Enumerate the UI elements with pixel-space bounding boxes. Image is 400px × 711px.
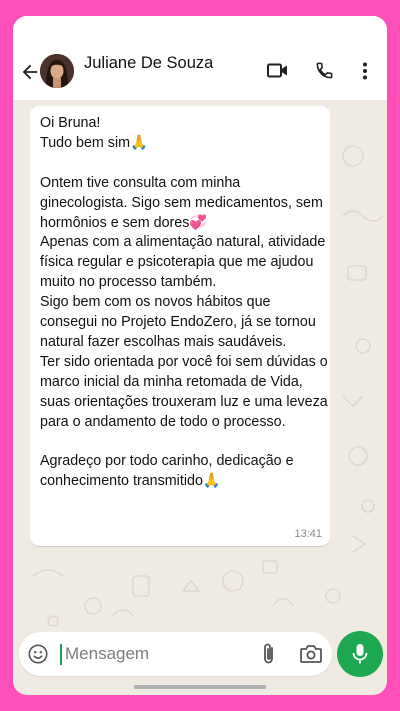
more-options-icon[interactable] (362, 62, 368, 80)
message-bubble[interactable]: Oi Bruna! Tudo bem sim🙏 Ontem tive consu… (30, 106, 330, 546)
voice-call-icon[interactable] (315, 61, 334, 80)
avatar-photo (40, 54, 74, 88)
chat-header: Juliane De Souza (13, 16, 387, 100)
phone-screen: Juliane De Souza Oi Bruna! Tudo bem sim🙏… (13, 16, 387, 695)
home-indicator[interactable] (134, 685, 266, 689)
emoji-icon[interactable] (27, 643, 49, 665)
camera-icon[interactable] (299, 643, 323, 665)
contact-name[interactable]: Juliane De Souza (84, 54, 213, 73)
video-call-icon[interactable] (267, 63, 288, 78)
message-input[interactable] (65, 641, 245, 667)
avatar[interactable] (40, 54, 74, 88)
message-text: Oi Bruna! Tudo bem sim🙏 Ontem tive consu… (40, 115, 328, 490)
back-arrow-icon[interactable] (19, 61, 41, 83)
text-caret (60, 644, 62, 665)
attach-icon[interactable] (259, 642, 279, 666)
message-composer (19, 632, 332, 676)
mic-button[interactable] (337, 631, 383, 677)
message-time: 13:41 (294, 528, 322, 540)
mic-icon (352, 644, 368, 664)
